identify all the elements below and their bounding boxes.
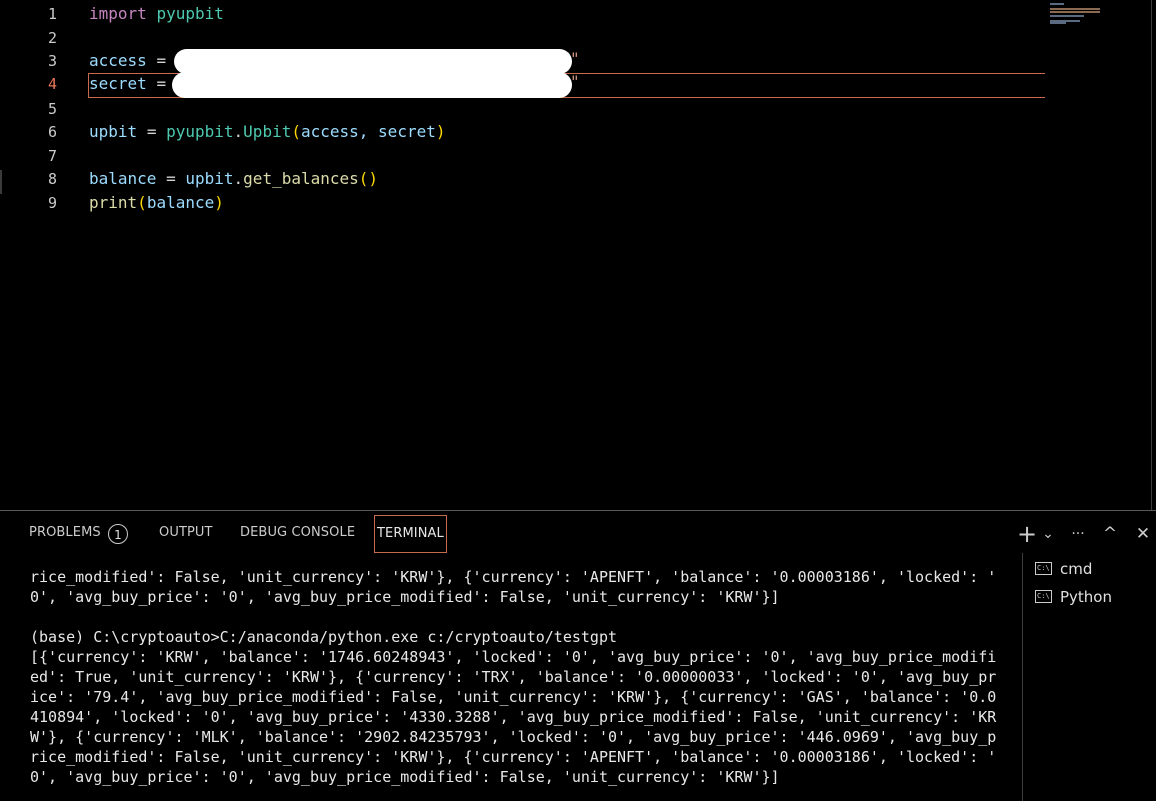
code-text: print(balance) (89, 191, 224, 215)
tab-problems[interactable]: PROBLEMS (29, 514, 101, 552)
paren: ) (214, 193, 224, 212)
minimap[interactable] (1050, 2, 1110, 24)
line-number: 9 (47, 194, 57, 212)
paren: () (358, 169, 379, 188)
dot: . (233, 122, 244, 141)
minimap-line (1050, 22, 1066, 24)
line-number: 6 (47, 123, 57, 141)
terminal-list: C:\ cmd C:\ Python (1022, 553, 1156, 801)
editor-scrollbar[interactable] (1148, 0, 1156, 510)
minimap-line (1050, 3, 1064, 5)
tab-debug-console[interactable]: DEBUG CONSOLE (240, 514, 355, 552)
code-line-2[interactable]: 2 (0, 26, 1044, 50)
code-line-7[interactable]: 7 (0, 144, 1044, 168)
maximize-panel-icon[interactable]: ^ (1099, 519, 1121, 549)
code-text: balance = upbit.get_balances() (89, 167, 378, 191)
problems-count-badge: 1 (108, 524, 128, 544)
class-name: Upbit (243, 122, 292, 141)
more-actions-icon[interactable]: ··· (1066, 519, 1090, 549)
redaction-mask (172, 72, 572, 98)
line-number: 1 (47, 5, 57, 23)
terminal-item-cmd[interactable]: C:\ cmd (1035, 557, 1155, 581)
argument: balance (146, 193, 215, 212)
line-number: 3 (47, 52, 57, 70)
tab-terminal[interactable]: TERMINAL (374, 515, 447, 553)
code-text: secret = (89, 72, 166, 96)
line-number: 7 (47, 147, 57, 165)
code-line-9[interactable]: 9 print(balance) (0, 191, 1044, 215)
function-name: print (89, 193, 138, 212)
code-text: access = (89, 49, 166, 73)
redaction-mask (174, 49, 572, 74)
operator: = (156, 51, 167, 70)
chevron-down-icon[interactable]: ⌄ (1040, 519, 1056, 549)
tab-output[interactable]: OUTPUT (159, 514, 213, 552)
dot: . (233, 169, 244, 188)
scrollbar-track (1151, 0, 1152, 510)
variable: upbit (89, 122, 138, 141)
terminal-item-python[interactable]: C:\ Python (1023, 585, 1156, 609)
code-line-1[interactable]: 1 import pyupbit (0, 2, 1044, 26)
code-line-6[interactable]: 6 upbit = pyupbit.Upbit(access, secret) (0, 120, 1044, 144)
object-name: upbit (185, 169, 234, 188)
module-name: pyupbit (156, 4, 224, 23)
line-number-active: 4 (47, 75, 57, 93)
variable: access (89, 51, 147, 70)
terminal-label: cmd (1060, 560, 1093, 578)
module-name: pyupbit (166, 122, 234, 141)
line-number: 8 (47, 170, 57, 188)
variable: secret (89, 74, 147, 93)
operator: = (156, 74, 167, 93)
close-panel-icon[interactable]: ✕ (1132, 519, 1154, 549)
paren: ) (435, 122, 446, 141)
string-quote: " (570, 49, 580, 68)
minimap-line (1050, 8, 1100, 10)
function-name: get_balances (243, 169, 359, 188)
line-number: 5 (47, 100, 57, 118)
paren: ( (137, 193, 147, 212)
minimap-line (1050, 15, 1084, 17)
terminal-icon: C:\ (1035, 590, 1052, 603)
terminal-output[interactable]: rice_modified': False, 'unit_currency': … (30, 567, 1005, 787)
paren: ( (291, 122, 301, 141)
line-number: 2 (47, 29, 57, 47)
operator: = (166, 169, 176, 188)
string-quote: " (570, 72, 580, 91)
keyword: import (89, 4, 147, 23)
code-editor[interactable]: 1 import pyupbit 2 3 access = " 4 secret… (0, 0, 1156, 510)
code-line-8[interactable]: 8 balance = upbit.get_balances() (0, 167, 1044, 191)
code-text: upbit = pyupbit.Upbit(access, secret) (89, 120, 445, 144)
terminal-label: Python (1060, 588, 1112, 606)
code-line-5[interactable]: 5 (0, 97, 1044, 121)
new-terminal-plus-icon[interactable]: + (1016, 519, 1038, 549)
code-text: import pyupbit (89, 2, 224, 26)
variable: balance (89, 169, 157, 188)
arguments: access, secret (300, 122, 436, 141)
operator: = (146, 122, 157, 141)
minimap-line (1050, 11, 1100, 13)
bottom-panel: PROBLEMS 1 OUTPUT DEBUG CONSOLE TERMINAL… (0, 510, 1156, 801)
terminal-icon: C:\ (1035, 562, 1052, 575)
